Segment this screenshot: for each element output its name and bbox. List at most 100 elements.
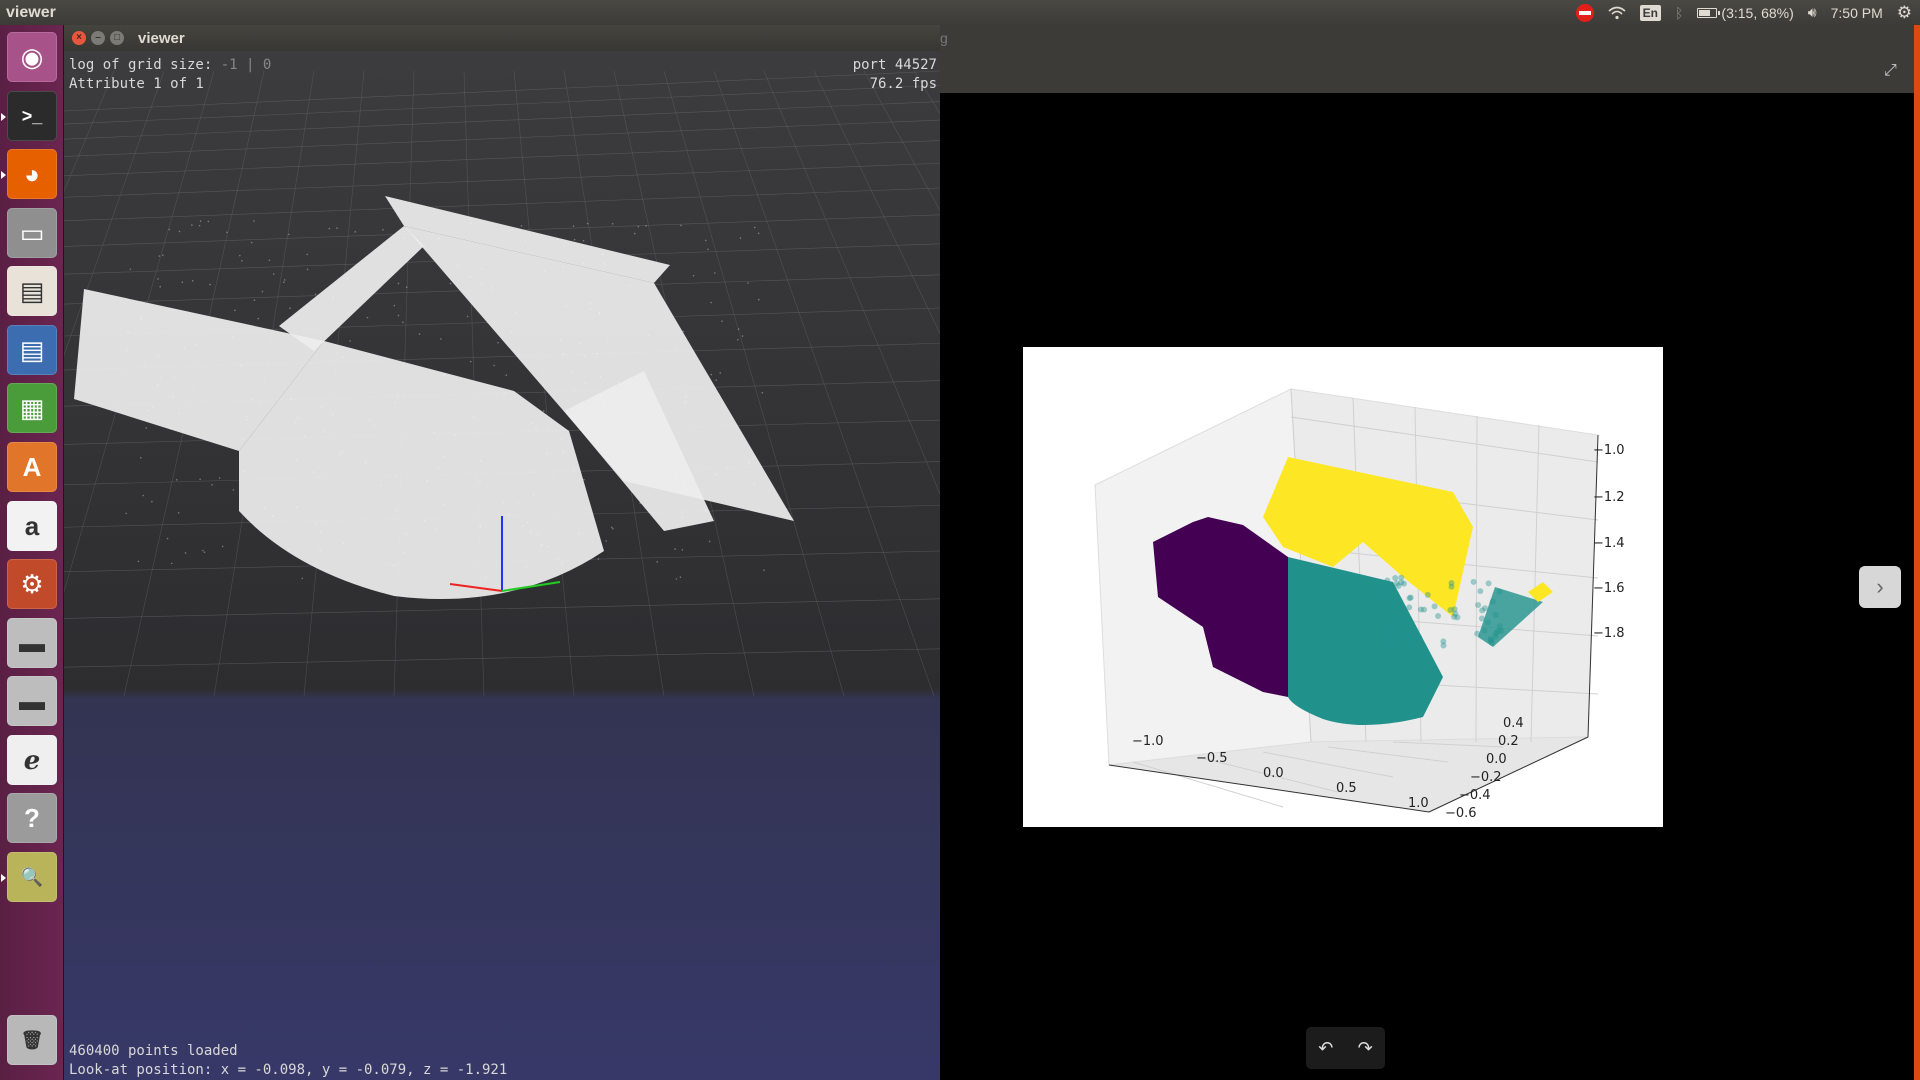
point-speck: [682, 549, 684, 551]
scatter-point: [1397, 620, 1403, 626]
point-speck: [396, 510, 398, 512]
scatter-point: [1432, 603, 1438, 609]
image-viewer-header: g ⤢: [940, 25, 1920, 93]
clock[interactable]: 7:50 PM: [1831, 5, 1883, 21]
point-speck: [126, 350, 128, 352]
presentation-icon: ▤: [20, 276, 45, 307]
grid-size-label: log of grid size:: [69, 57, 221, 73]
point-speck: [503, 392, 505, 394]
point-speck: [321, 406, 323, 408]
launcher-image-viewer[interactable]: 🔍: [7, 852, 57, 902]
scatter-point: [1416, 635, 1422, 641]
chevron-right-icon: ›: [1876, 574, 1883, 600]
point-speck: [171, 563, 173, 565]
point-speck: [307, 269, 309, 271]
point-speck: [546, 453, 548, 455]
point-speck: [544, 270, 546, 272]
launcher-settings[interactable]: ⚙: [7, 559, 57, 609]
battery-indicator[interactable]: (3:15, 68%): [1697, 5, 1793, 21]
point-speck: [365, 462, 367, 464]
launcher-terminal[interactable]: >_: [7, 91, 57, 141]
point-speck: [742, 335, 744, 337]
gear-icon[interactable]: ⚙: [1897, 3, 1912, 23]
point-speck: [434, 432, 436, 434]
launcher-firefox[interactable]: ◕: [7, 149, 57, 199]
launcher-disk-2[interactable]: ▬: [7, 676, 57, 726]
point-speck: [143, 365, 145, 367]
scatter-point: [1396, 583, 1402, 589]
point-speck: [443, 456, 445, 458]
launcher-document-viewer[interactable]: ℯ: [7, 735, 57, 785]
point-speck: [470, 222, 472, 224]
launcher-writer[interactable]: ▤: [7, 325, 57, 375]
point-speck: [157, 384, 159, 386]
point-speck: [167, 538, 169, 540]
point-speck: [480, 524, 482, 526]
attribute-label: Attribute 1 of 1: [69, 76, 204, 92]
launcher-calc[interactable]: ▦: [7, 383, 57, 433]
keyboard-language-indicator[interactable]: En: [1640, 5, 1661, 21]
point-speck: [296, 460, 298, 462]
point-speck: [403, 552, 405, 554]
point-speck: [219, 477, 221, 479]
minimize-window-button[interactable]: –: [91, 31, 105, 45]
scatter-point: [1441, 643, 1447, 649]
point-speck: [251, 398, 253, 400]
point-speck: [591, 541, 593, 543]
point-speck: [670, 477, 672, 479]
point-speck: [315, 523, 317, 525]
point-speck: [199, 225, 201, 227]
maximize-window-button[interactable]: □: [110, 31, 124, 45]
launcher-disk-1[interactable]: ▬: [7, 618, 57, 668]
point-speck: [602, 254, 604, 256]
z-tick-label: −1.0: [1593, 443, 1625, 458]
grid-line: [64, 188, 940, 221]
point-speck: [587, 223, 589, 225]
viewer-titlebar[interactable]: × – □ viewer: [64, 25, 940, 51]
image-viewer-icon: 🔍: [21, 867, 43, 888]
rotate-left-icon[interactable]: ↶: [1318, 1038, 1333, 1059]
point-speck: [737, 339, 739, 341]
point-speck: [727, 468, 729, 470]
launcher-impress[interactable]: ▤: [7, 266, 57, 316]
launcher-trash[interactable]: 🗑: [7, 1015, 57, 1065]
launcher-software[interactable]: A: [7, 442, 57, 492]
bluetooth-icon[interactable]: ᛒ: [1675, 5, 1683, 21]
point-speck: [343, 543, 345, 545]
z-tick-label: −1.2: [1593, 490, 1625, 505]
point-speck: [440, 338, 442, 340]
point-speck: [693, 275, 695, 277]
point-speck: [566, 305, 568, 307]
point-speck: [618, 381, 620, 383]
point-speck: [369, 419, 371, 421]
y-tick-label: −0.2: [1470, 770, 1502, 785]
close-window-button[interactable]: ×: [72, 31, 86, 45]
launcher-files[interactable]: ▭: [7, 208, 57, 258]
point-speck: [288, 234, 290, 236]
point-speck: [301, 578, 303, 580]
point-speck: [251, 242, 253, 244]
no-entry-icon[interactable]: [1576, 4, 1594, 22]
point-speck: [315, 293, 317, 295]
scatter-point: [1384, 623, 1390, 629]
next-image-button[interactable]: ›: [1859, 566, 1901, 608]
z-tick-label: −1.6: [1593, 581, 1625, 596]
x-tick-label: 0.0: [1263, 766, 1284, 781]
rotate-right-icon[interactable]: ↷: [1358, 1038, 1373, 1059]
point-speck: [530, 471, 532, 473]
point-cloud-canvas[interactable]: log of grid size: -1 | 0 Attribute 1 of …: [64, 51, 940, 1080]
point-speck: [598, 558, 600, 560]
launcher-amazon[interactable]: a: [7, 501, 57, 551]
point-speck: [638, 226, 640, 228]
point-speck: [758, 233, 760, 235]
volume-icon[interactable]: 🔊︎: [1808, 4, 1817, 21]
point-speck: [479, 527, 481, 529]
launcher-ubuntu-dash[interactable]: ◉: [7, 32, 57, 82]
launcher-help[interactable]: ?: [7, 793, 57, 843]
grid-line: [64, 163, 940, 197]
y-tick-label: −0.6: [1445, 806, 1477, 821]
fullscreen-icon[interactable]: ⤢: [1884, 63, 1900, 79]
scatter-point: [1392, 575, 1398, 581]
wifi-icon[interactable]: [1608, 6, 1626, 20]
point-speck: [574, 239, 576, 241]
